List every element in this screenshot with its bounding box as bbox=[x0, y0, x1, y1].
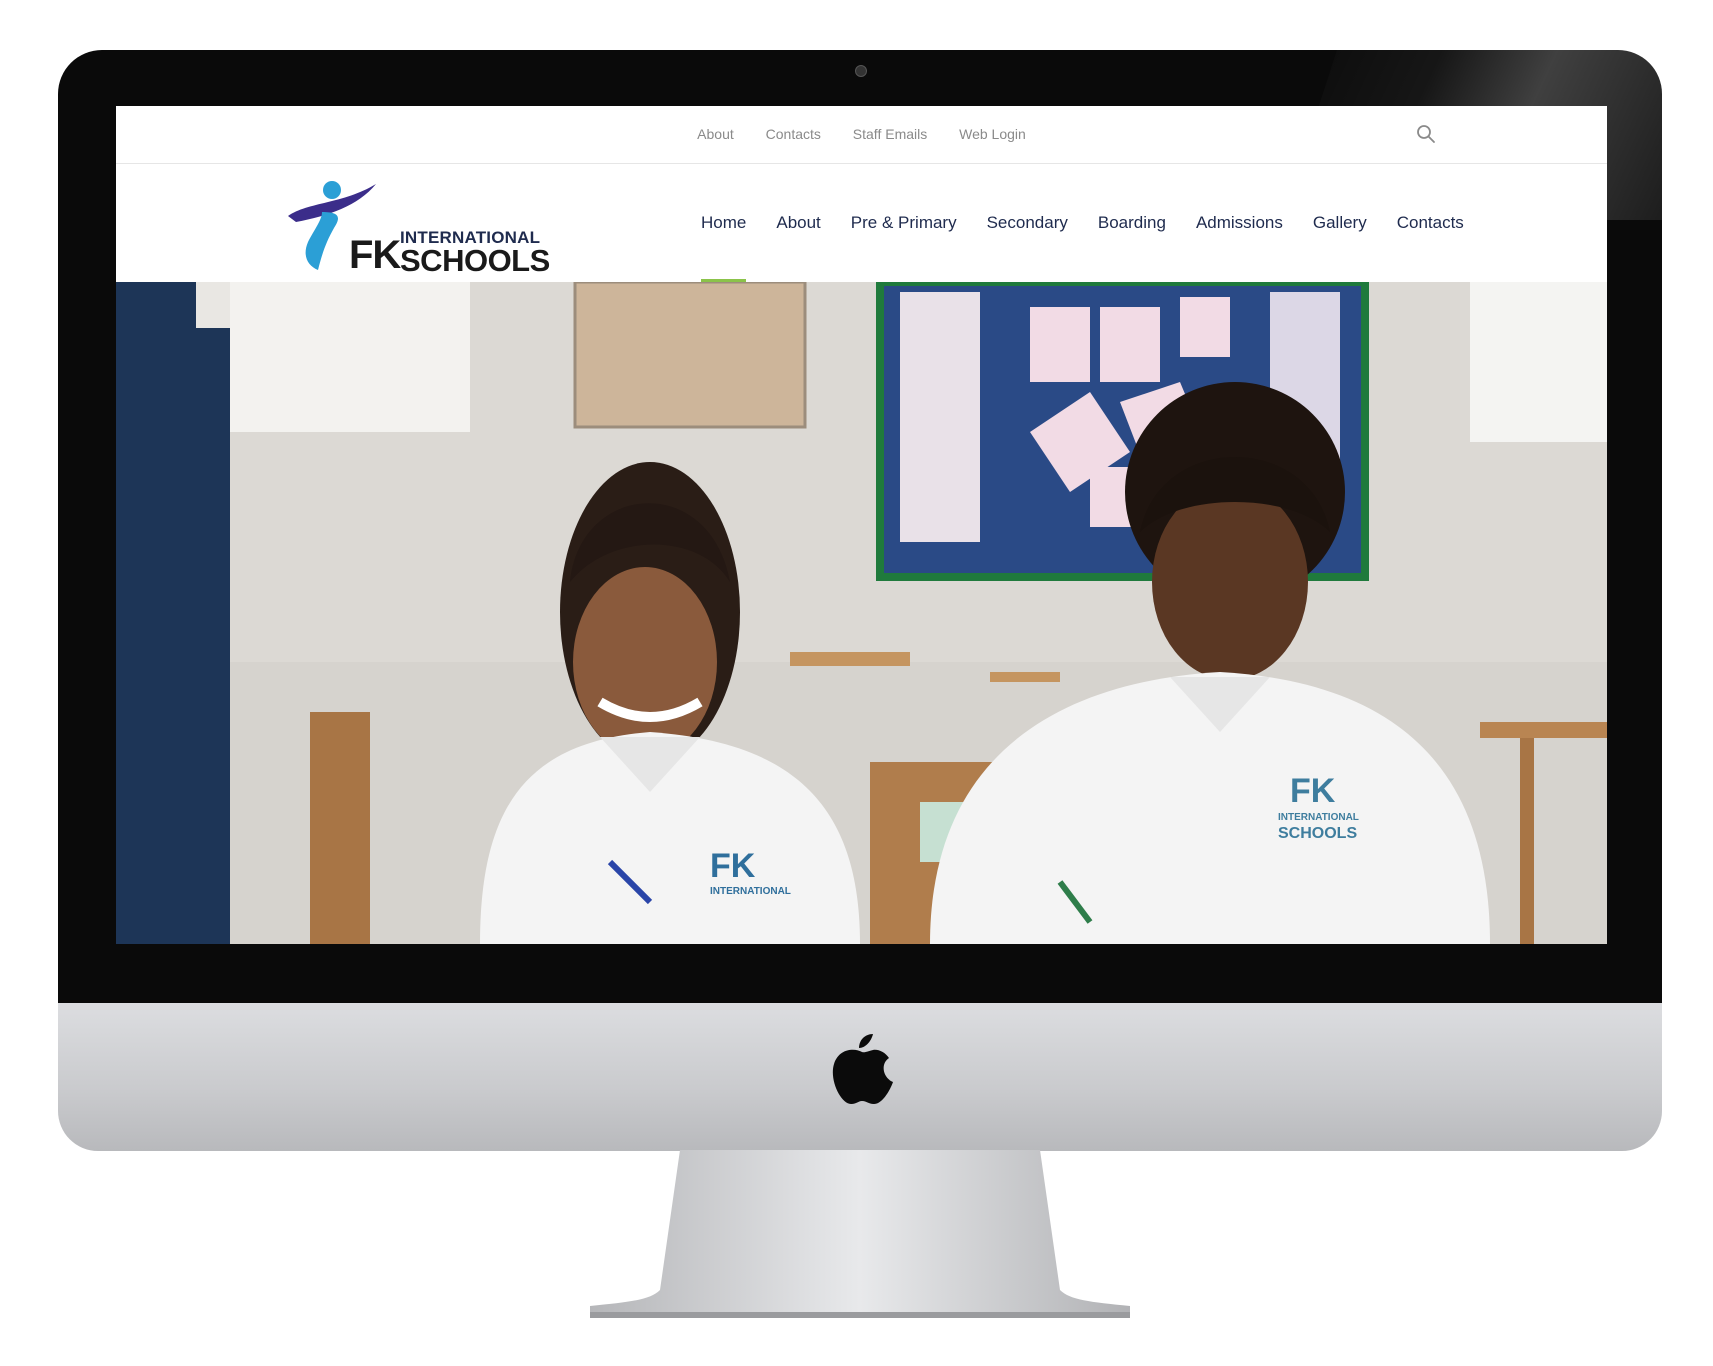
shirt-logo-right-sub2: SCHOOLS bbox=[1278, 825, 1357, 842]
shirt-logo-right-sub1: INTERNATIONAL bbox=[1278, 812, 1359, 823]
utility-link-contacts[interactable]: Contacts bbox=[766, 126, 821, 142]
primary-navigation: Home About Pre & Primary Secondary Board… bbox=[686, 164, 1479, 282]
nav-item-admissions[interactable]: Admissions bbox=[1181, 164, 1298, 282]
site-logo[interactable]: INTERNATIONAL FK SCHOOLS bbox=[288, 176, 556, 278]
nav-item-gallery[interactable]: Gallery bbox=[1298, 164, 1382, 282]
hero-banner: FK INTERNATIONAL FK INTERNATIONAL SCHOOL… bbox=[116, 282, 1607, 944]
main-header: INTERNATIONAL FK SCHOOLS Home About Pre … bbox=[116, 164, 1607, 282]
monitor-stand bbox=[590, 1150, 1130, 1318]
nav-item-contacts[interactable]: Contacts bbox=[1382, 164, 1479, 282]
nav-item-pre-primary[interactable]: Pre & Primary bbox=[836, 164, 972, 282]
hero-side-notch bbox=[196, 282, 230, 328]
hero-photo-students: FK INTERNATIONAL FK INTERNATIONAL SCHOOL… bbox=[230, 282, 1607, 944]
utility-link-web-login[interactable]: Web Login bbox=[959, 126, 1026, 142]
utility-links: About Contacts Staff Emails Web Login bbox=[116, 126, 1607, 142]
logo-text-fk: FK bbox=[349, 233, 401, 277]
imac-mockup: About Contacts Staff Emails Web Login IN… bbox=[0, 0, 1713, 1366]
nav-item-about[interactable]: About bbox=[761, 164, 835, 282]
nav-item-boarding[interactable]: Boarding bbox=[1083, 164, 1181, 282]
utility-bar: About Contacts Staff Emails Web Login bbox=[116, 106, 1607, 164]
camera-icon bbox=[855, 65, 867, 77]
apple-icon bbox=[832, 1034, 893, 1104]
shirt-logo-right-text: FK bbox=[1290, 772, 1336, 810]
nav-item-secondary[interactable]: Secondary bbox=[972, 164, 1083, 282]
utility-link-about[interactable]: About bbox=[697, 126, 734, 142]
hero-side-panel bbox=[116, 282, 230, 944]
logo-text-schools: SCHOOLS bbox=[400, 243, 550, 278]
utility-link-staff-emails[interactable]: Staff Emails bbox=[853, 126, 927, 142]
nav-item-home[interactable]: Home bbox=[686, 164, 761, 282]
shirt-logo-left-sub: INTERNATIONAL bbox=[710, 886, 791, 897]
shirt-logo-left-text: FK bbox=[710, 847, 756, 885]
browser-viewport: About Contacts Staff Emails Web Login IN… bbox=[116, 106, 1607, 944]
search-icon[interactable] bbox=[1416, 124, 1436, 144]
